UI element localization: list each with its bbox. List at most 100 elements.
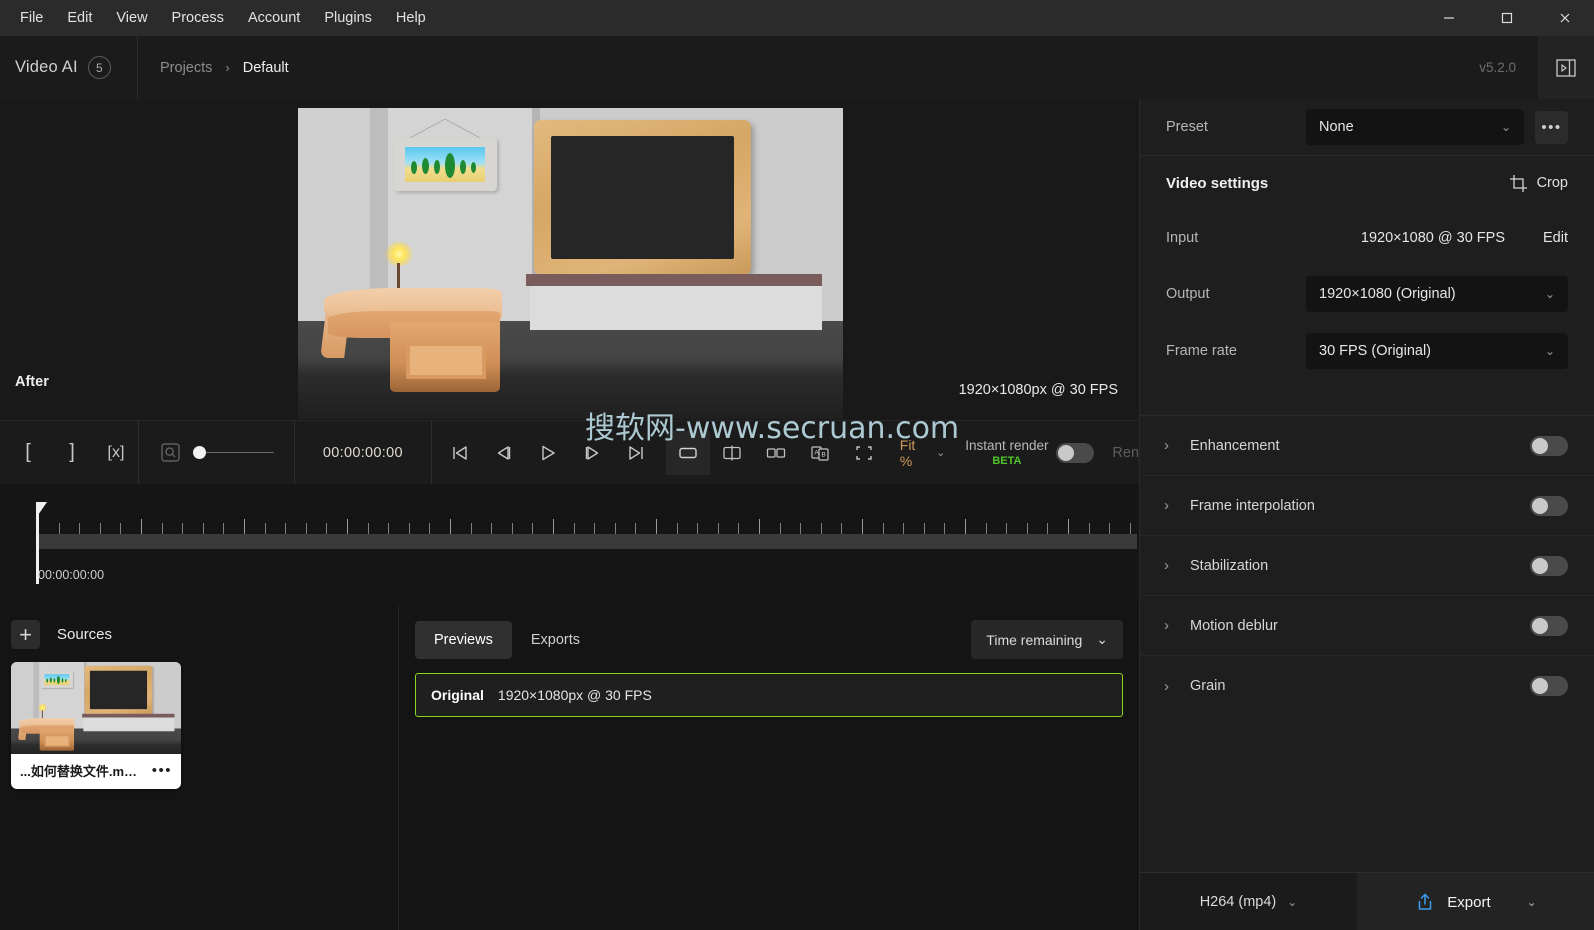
filter-row-grain[interactable]: › Grain: [1140, 656, 1594, 716]
ruler-tick: [820, 523, 822, 534]
play-icon: [542, 445, 555, 460]
tab-exports[interactable]: Exports: [512, 621, 599, 659]
minimize-icon: [1444, 17, 1454, 19]
previews-panel: Previews Exports Time remaining ⌄ Origin…: [399, 606, 1139, 930]
render-label-truncated[interactable]: Ren: [1094, 445, 1139, 461]
output-select[interactable]: 1920×1080 (Original) ⌄: [1306, 275, 1568, 312]
input-row: Input 1920×1080 @ 30 FPS Edit: [1140, 210, 1594, 265]
view-split-button[interactable]: [710, 431, 754, 475]
ruler-tick: [1109, 523, 1111, 534]
menu-item-file[interactable]: File: [8, 6, 55, 30]
breadcrumb-projects[interactable]: Projects: [160, 60, 212, 76]
ruler-tick: [676, 523, 678, 534]
step-forward-button[interactable]: [570, 431, 614, 475]
maximize-button[interactable]: [1478, 0, 1536, 36]
export-button[interactable]: Export ⌄: [1357, 873, 1594, 930]
step-backward-button[interactable]: [482, 431, 526, 475]
menu-item-view[interactable]: View: [104, 6, 159, 30]
ruler-tick: [656, 519, 657, 534]
chevron-right-icon[interactable]: ›: [1164, 437, 1190, 454]
skip-to-end-button[interactable]: [614, 431, 658, 475]
current-timecode[interactable]: 00:00:00:00: [295, 445, 431, 461]
menu-item-account[interactable]: Account: [236, 6, 312, 30]
ruler-tick: [141, 519, 142, 534]
set-out-point-button[interactable]: ]: [50, 431, 94, 475]
filter-row-frame-interpolation[interactable]: › Frame interpolation: [1140, 476, 1594, 536]
tab-previews[interactable]: Previews: [415, 620, 512, 659]
toggle-frame-interpolation[interactable]: [1530, 495, 1568, 516]
ruler-tick: [161, 523, 163, 534]
ruler-tick: [223, 523, 225, 534]
menu-item-edit[interactable]: Edit: [55, 6, 104, 30]
svg-text:B: B: [821, 451, 825, 458]
skip-to-start-button[interactable]: [438, 431, 482, 475]
view-single-button[interactable]: [665, 430, 710, 475]
ruler-tick: [717, 523, 719, 534]
crop-button[interactable]: Crop: [1509, 174, 1568, 193]
source-card[interactable]: ...如何替换文件.mp4 •••: [11, 662, 181, 789]
ruler-tick: [79, 523, 81, 534]
ruler-tick: [408, 523, 410, 534]
video-preview[interactable]: [298, 108, 843, 419]
menu-item-plugins[interactable]: Plugins: [312, 6, 384, 30]
chevron-right-icon[interactable]: ›: [1164, 557, 1190, 574]
close-button[interactable]: [1536, 0, 1594, 36]
filter-row-stabilization[interactable]: › Stabilization: [1140, 536, 1594, 596]
add-source-button[interactable]: +: [11, 620, 40, 649]
codec-select[interactable]: H264 (mp4) ⌄: [1140, 873, 1357, 930]
toggle-motion-deblur[interactable]: [1530, 615, 1568, 636]
ruler-tick: [1129, 523, 1131, 534]
zoom-fit-button[interactable]: [149, 431, 193, 475]
sort-dropdown[interactable]: Time remaining ⌄: [971, 620, 1123, 659]
filter-row-motion-deblur[interactable]: › Motion deblur: [1140, 596, 1594, 656]
instant-render-toggle[interactable]: [1056, 442, 1095, 463]
panel-toggle-button[interactable]: [1538, 36, 1594, 99]
menu-item-process[interactable]: Process: [160, 6, 236, 30]
ruler-tick: [779, 523, 781, 534]
toggle-enhancement[interactable]: [1530, 435, 1568, 456]
fit-chevron-down-icon[interactable]: ⌄: [930, 446, 951, 459]
filter-row-enhancement[interactable]: › Enhancement: [1140, 416, 1594, 476]
chevron-right-icon[interactable]: ›: [1164, 617, 1190, 634]
preset-more-button[interactable]: •••: [1535, 110, 1568, 144]
breadcrumb: Projects › Default: [138, 60, 289, 76]
ruler-tick: [862, 519, 863, 534]
input-edit-button[interactable]: Edit: [1543, 230, 1568, 246]
ruler-tick: [347, 519, 348, 534]
chevron-down-icon: ⌄: [1544, 286, 1555, 301]
timeline-track[interactable]: [38, 534, 1137, 549]
ruler-tick: [305, 523, 307, 534]
clear-points-button[interactable]: [x]: [94, 431, 138, 475]
view-ab-compare-button[interactable]: A B: [798, 431, 842, 475]
breadcrumb-default[interactable]: Default: [243, 60, 289, 76]
transport-bar: [ ] [x] 00:00:00:00 A B Fit % ⌄ Instant …: [0, 420, 1139, 485]
clear-points-icon: [x]: [107, 443, 125, 461]
ruler-tick: [285, 523, 287, 534]
close-icon: [1560, 13, 1570, 23]
preview-row[interactable]: Original 1920×1080px @ 30 FPS: [415, 673, 1123, 717]
minimize-button[interactable]: [1420, 0, 1478, 36]
chevron-right-icon[interactable]: ›: [1164, 678, 1190, 695]
view-fullscreen-button[interactable]: [842, 431, 886, 475]
timeline[interactable]: 00:00:00:00: [0, 484, 1139, 606]
toggle-stabilization[interactable]: [1530, 555, 1568, 576]
chevron-right-icon[interactable]: ›: [1164, 497, 1190, 514]
source-more-button[interactable]: •••: [152, 762, 172, 779]
set-in-point-button[interactable]: [: [6, 431, 50, 475]
zoom-slider-handle[interactable]: [192, 446, 206, 459]
timeline-ruler[interactable]: [38, 512, 1139, 534]
in-point-icon: [: [25, 441, 31, 463]
ruler-tick: [1047, 523, 1049, 534]
framerate-select[interactable]: 30 FPS (Original) ⌄: [1306, 332, 1568, 369]
export-chevron-down-icon[interactable]: ⌄: [1527, 895, 1537, 909]
preset-label: Preset: [1166, 119, 1208, 135]
menu-item-help[interactable]: Help: [384, 6, 438, 30]
view-side-by-side-button[interactable]: [754, 431, 798, 475]
ruler-tick: [985, 523, 987, 534]
preset-select[interactable]: None ⌄: [1306, 109, 1524, 145]
play-button[interactable]: [526, 431, 570, 475]
toggle-grain[interactable]: [1530, 676, 1568, 696]
fit-percentage-label[interactable]: Fit %: [886, 437, 930, 469]
zoom-slider-track[interactable]: [205, 451, 274, 454]
filter-label-motion-deblur: Motion deblur: [1190, 617, 1278, 634]
